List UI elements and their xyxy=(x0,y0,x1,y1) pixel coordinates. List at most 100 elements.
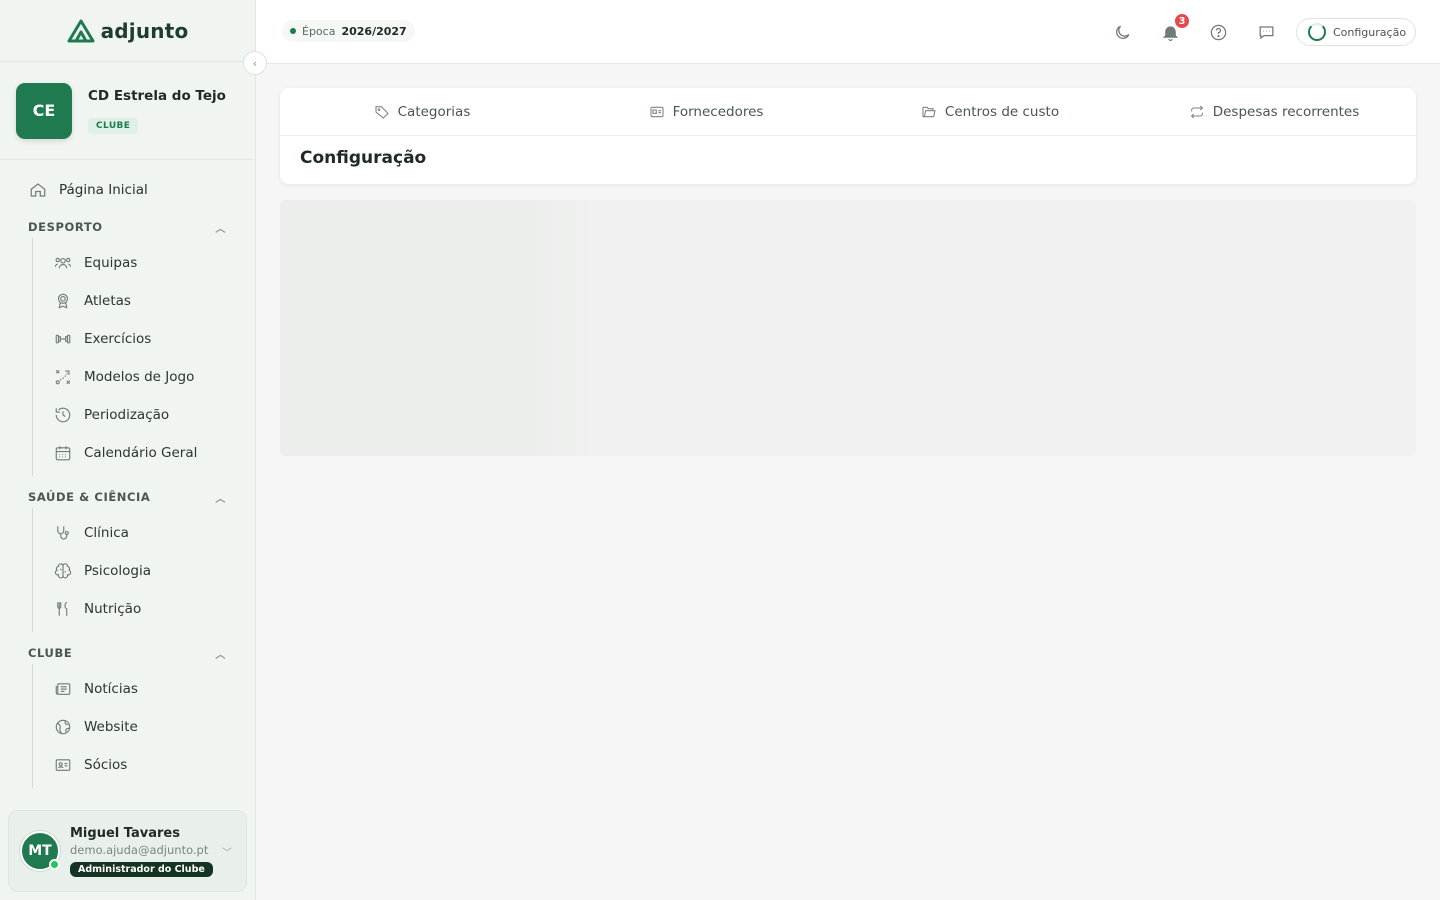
user-initials: MT xyxy=(28,843,52,859)
sidebar-item-website[interactable]: Website xyxy=(33,708,255,746)
stethoscope-icon xyxy=(54,524,72,542)
sidebar-item-label: Calendário Geral xyxy=(84,445,198,461)
id-card-icon xyxy=(54,756,72,774)
help-circle-icon xyxy=(1210,24,1226,40)
moon-icon xyxy=(1115,25,1129,39)
tag-icon xyxy=(374,104,390,120)
sidebar-item-periodizacao[interactable]: Periodização xyxy=(33,396,255,434)
repeat-icon xyxy=(1189,104,1205,120)
sidebar-item-clinica[interactable]: Clínica xyxy=(33,514,255,552)
chevron-up-icon: ︿ xyxy=(215,223,226,235)
section-title: CLUBE xyxy=(28,646,73,660)
section-title: DESPORTO xyxy=(28,220,103,234)
sidebar-nav: Página Inicial DESPORTO ︿ Equipas Atleta… xyxy=(0,160,255,788)
users-icon xyxy=(54,254,72,272)
help-button[interactable] xyxy=(1206,20,1230,44)
setup-progress-button[interactable]: Configuração xyxy=(1296,18,1416,46)
home-icon xyxy=(29,181,47,199)
sidebar-item-modelos-de-jogo[interactable]: Modelos de Jogo xyxy=(33,358,255,396)
notifications-button[interactable]: 3 xyxy=(1158,12,1191,44)
sidebar-item-atletas[interactable]: Atletas xyxy=(33,282,255,320)
tab-categorias[interactable]: Categorias xyxy=(280,88,564,135)
loading-skeleton xyxy=(280,200,1416,456)
sidebar-item-label: Notícias xyxy=(84,681,138,697)
sidebar-item-nutricao[interactable]: Nutrição xyxy=(33,590,255,628)
chevron-down-icon: ﹀ xyxy=(222,848,232,859)
vendor-card-icon xyxy=(649,104,665,120)
calendar-icon xyxy=(54,444,72,462)
sidebar-item-label: Modelos de Jogo xyxy=(84,369,195,385)
club-name: CD Estrela do Tejo xyxy=(88,87,226,104)
chevron-up-icon: ︿ xyxy=(215,493,226,505)
tab-label: Despesas recorrentes xyxy=(1212,103,1360,120)
medal-icon xyxy=(54,292,72,310)
progress-ring-icon xyxy=(1308,23,1326,41)
messages-button[interactable] xyxy=(1254,20,1278,44)
chevron-up-icon: ︿ xyxy=(215,649,226,661)
season-status-dot xyxy=(290,28,296,34)
club-switcher[interactable]: CE CD Estrela do Tejo CLUBE xyxy=(0,62,255,160)
sidebar-item-calendario-geral[interactable]: Calendário Geral xyxy=(33,434,255,472)
season-label: Época xyxy=(302,24,336,38)
section-title: SAÚDE & CIÊNCIA xyxy=(28,490,151,504)
tab-fornecedores[interactable]: Fornecedores xyxy=(564,88,848,135)
section-toggle-clube[interactable]: CLUBE ︿ xyxy=(0,642,255,664)
tab-label: Fornecedores xyxy=(672,103,764,120)
utensils-icon xyxy=(54,600,72,618)
chat-icon xyxy=(1259,25,1273,39)
tab-label: Categorias xyxy=(397,103,471,120)
sidebar-item-home[interactable]: Página Inicial xyxy=(0,174,255,206)
section-toggle-desporto[interactable]: DESPORTO ︿ xyxy=(0,216,255,238)
sidebar: adjunto CE CD Estrela do Tejo CLUBE Pági… xyxy=(0,0,256,900)
sidebar-item-label: Clínica xyxy=(84,525,129,541)
user-role-badge: Administrador do Clube xyxy=(70,861,213,877)
notification-count-badge: 3 xyxy=(1173,12,1191,30)
user-email: demo.ajuda@adjunto.pt xyxy=(70,842,209,857)
globe-icon xyxy=(54,718,72,736)
tactics-icon xyxy=(54,368,72,386)
avatar: MT xyxy=(20,831,60,871)
tab-centros-de-custo[interactable]: Centros de custo xyxy=(848,88,1132,135)
sidebar-item-label: Nutrição xyxy=(84,601,142,617)
sidebar-item-label: Equipas xyxy=(84,255,138,271)
sidebar-item-equipas[interactable]: Equipas xyxy=(33,244,255,282)
page-title: Configuração xyxy=(300,148,427,168)
setup-progress-label: Configuração xyxy=(1333,25,1407,39)
config-tabs: Categorias Fornecedores Centros de custo… xyxy=(280,88,1416,136)
brand-logo[interactable]: adjunto xyxy=(0,0,255,62)
sidebar-item-label: Periodização xyxy=(84,407,170,423)
section-items-clube: Notícias Website Sócios xyxy=(32,664,255,788)
chevron-left-icon: ‹ xyxy=(252,56,258,70)
brand-name: adjunto xyxy=(100,18,189,43)
configuration-card: Categorias Fornecedores Centros de custo… xyxy=(280,88,1416,184)
season-value: 2026/2027 xyxy=(341,24,407,38)
section-items-saude-ciencia: Clínica Psicologia Nutrição xyxy=(32,508,255,632)
sidebar-item-label: Atletas xyxy=(84,293,131,309)
tab-despesas-recorrentes[interactable]: Despesas recorrentes xyxy=(1132,88,1416,135)
sidebar-item-noticias[interactable]: Notícias xyxy=(33,670,255,708)
season-indicator[interactable]: Época 2026/2027 xyxy=(282,20,415,42)
sidebar-item-label: Página Inicial xyxy=(59,182,148,198)
club-type-badge: CLUBE xyxy=(88,117,139,134)
history-icon xyxy=(54,406,72,424)
adjunto-logo-icon xyxy=(67,19,95,42)
sidebar-item-psicologia[interactable]: Psicologia xyxy=(33,552,255,590)
club-avatar: CE xyxy=(16,82,72,139)
section-toggle-saude-ciencia[interactable]: SAÚDE & CIÊNCIA ︿ xyxy=(0,486,255,508)
sidebar-item-socios[interactable]: Sócios xyxy=(33,746,255,784)
dark-mode-toggle[interactable] xyxy=(1110,20,1134,44)
sidebar-item-label: Exercícios xyxy=(84,331,152,347)
dumbbell-icon xyxy=(54,330,72,348)
tab-label: Centros de custo xyxy=(944,103,1060,120)
sidebar-item-label: Psicologia xyxy=(84,563,151,579)
sidebar-item-exercicios[interactable]: Exercícios xyxy=(33,320,255,358)
brain-icon xyxy=(54,562,72,580)
collapse-sidebar-button[interactable]: ‹ xyxy=(243,51,267,75)
user-name: Miguel Tavares xyxy=(70,825,180,841)
online-status-dot xyxy=(49,859,60,870)
topbar: Época 2026/2027 3 Configuração xyxy=(256,0,1440,64)
folder-icon xyxy=(921,104,937,120)
section-items-desporto: Equipas Atletas Exercícios Modelos de Jo… xyxy=(32,238,255,476)
user-menu[interactable]: MT Miguel Tavares demo.ajuda@adjunto.pt … xyxy=(8,810,247,892)
newspaper-icon xyxy=(54,680,72,698)
